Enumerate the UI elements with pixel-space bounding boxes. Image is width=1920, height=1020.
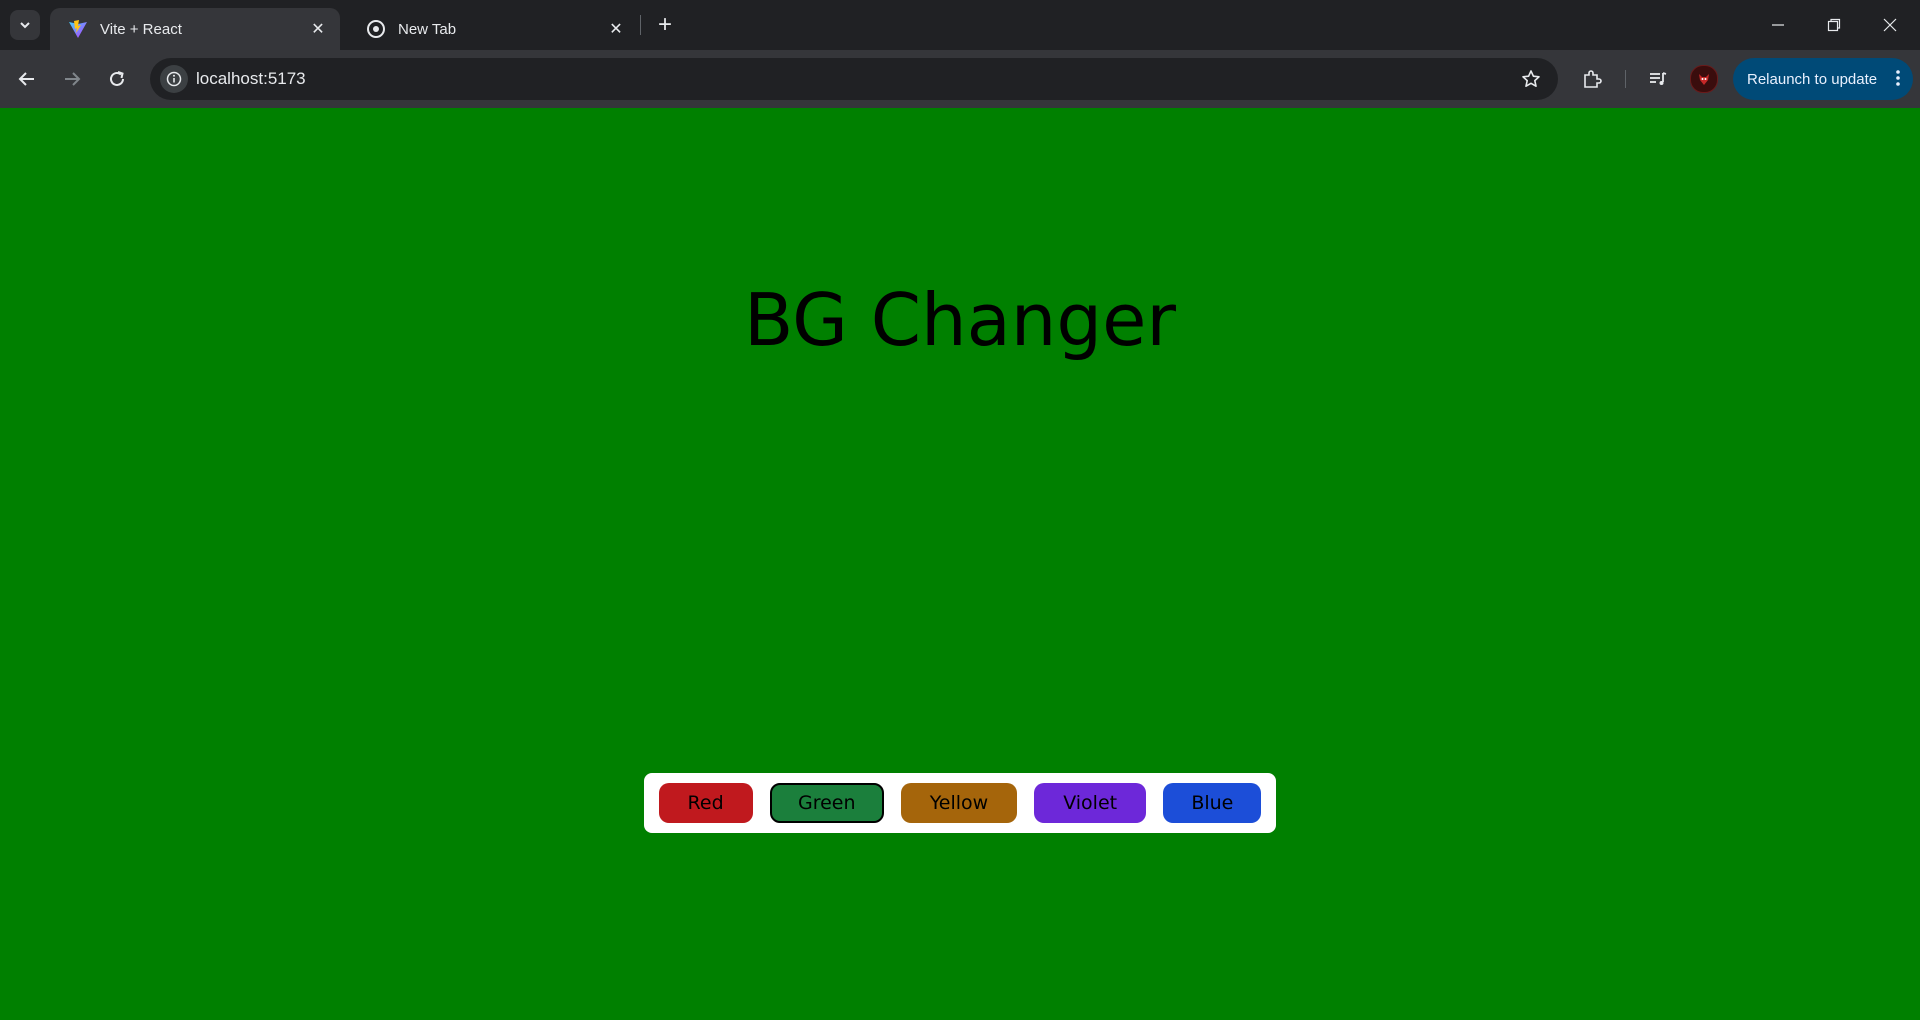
- more-menu-icon[interactable]: [1895, 69, 1901, 91]
- minimize-icon[interactable]: [1750, 0, 1806, 50]
- color-button-bar: Red Green Yellow Violet Blue: [644, 773, 1276, 833]
- media-control-icon[interactable]: [1642, 63, 1674, 95]
- violet-button[interactable]: Violet: [1034, 783, 1147, 823]
- reload-icon: [110, 71, 124, 86]
- address-bar[interactable]: localhost:5173: [150, 58, 1558, 100]
- close-tab-icon[interactable]: ✕: [308, 19, 328, 39]
- arrow-left-icon: [18, 72, 34, 86]
- tab-vite-react[interactable]: Vite + React ✕: [50, 8, 340, 50]
- tab-strip: Vite + React ✕ New Tab ✕ +: [0, 0, 1920, 50]
- url-text[interactable]: localhost:5173: [196, 69, 306, 89]
- page-viewport: BG Changer Red Green Yellow Violet Blue: [0, 108, 1920, 1020]
- arrow-right-icon: [65, 72, 81, 86]
- close-tab-icon[interactable]: ✕: [606, 19, 626, 39]
- toolbar-divider: [1625, 70, 1626, 88]
- vite-icon: [68, 19, 88, 39]
- tab-title: Vite + React: [100, 20, 182, 38]
- bookmark-star-icon[interactable]: [1520, 68, 1542, 90]
- tab-divider: [640, 15, 641, 35]
- tab-title: New Tab: [398, 20, 457, 38]
- avatar-icon: [1690, 65, 1718, 93]
- browser-toolbar: localhost:5173 Relaunch to update: [0, 50, 1920, 108]
- profile-avatar[interactable]: [1688, 63, 1720, 95]
- chrome-icon: [366, 19, 386, 39]
- relaunch-label: Relaunch to update: [1747, 70, 1878, 88]
- new-tab-button[interactable]: +: [650, 10, 680, 40]
- yellow-button[interactable]: Yellow: [900, 783, 1017, 823]
- restore-icon[interactable]: [1806, 0, 1862, 50]
- blue-button[interactable]: Blue: [1163, 783, 1262, 823]
- reload-button[interactable]: [101, 63, 133, 95]
- back-button[interactable]: [11, 63, 43, 95]
- green-button[interactable]: Green: [769, 783, 884, 823]
- chevron-down-icon: [20, 22, 30, 29]
- tab-new-tab[interactable]: New Tab ✕: [348, 8, 638, 50]
- red-button[interactable]: Red: [658, 783, 753, 823]
- page-title: BG Changer: [743, 278, 1177, 362]
- forward-button[interactable]: [56, 63, 88, 95]
- tab-search-button[interactable]: [10, 10, 40, 40]
- window-close-icon[interactable]: [1862, 0, 1918, 50]
- relaunch-update-button[interactable]: Relaunch to update: [1733, 58, 1913, 100]
- site-info-icon[interactable]: [160, 65, 188, 93]
- extensions-icon[interactable]: [1576, 63, 1608, 95]
